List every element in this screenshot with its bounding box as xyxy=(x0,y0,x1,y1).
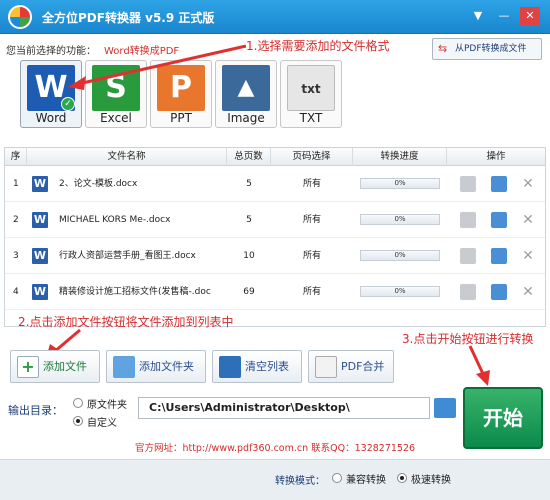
row-filename: 行政人资部运营手册_看图王.docx xyxy=(59,251,196,261)
progress-bar: 0% xyxy=(360,286,440,297)
mode-label: 转换模式： xyxy=(275,476,325,487)
format-excel-label: Excel xyxy=(100,111,132,125)
close-button[interactable]: ✕ xyxy=(520,7,540,25)
row-page-select[interactable]: 所有 xyxy=(271,274,353,310)
compat-mode-label: 兼容转换 xyxy=(346,475,386,486)
compat-mode-radio[interactable] xyxy=(332,473,342,483)
pdf-merge-button[interactable]: PDF合并 xyxy=(308,350,394,383)
add-folder-icon xyxy=(113,356,135,378)
delete-icon[interactable]: ✕ xyxy=(520,284,536,300)
app-logo-icon xyxy=(8,5,32,29)
row-index: 2 xyxy=(13,215,19,225)
row-page-select[interactable]: 所有 xyxy=(271,202,353,238)
title-bar: 全方位PDF转换器 v5.9 正式版 ▼ — ✕ xyxy=(0,0,550,34)
original-folder-radio[interactable] xyxy=(73,398,83,408)
pdf-merge-label: PDF合并 xyxy=(341,360,385,373)
folder-icon[interactable] xyxy=(491,248,507,264)
header-actions: 操作 xyxy=(486,151,506,162)
from-pdf-button[interactable]: ⇆ 从PDF转换成文件 xyxy=(432,38,542,60)
word-file-icon: W xyxy=(32,212,48,228)
row-index: 1 xyxy=(13,179,19,189)
header-progress: 转换进度 xyxy=(353,148,447,166)
format-txt-label: TXT xyxy=(299,111,323,125)
printer-icon[interactable] xyxy=(460,212,476,228)
format-txt-button[interactable]: txt TXT xyxy=(280,60,342,128)
format-image-label: Image xyxy=(227,111,265,125)
row-pages: 69 xyxy=(243,287,255,297)
app-title: 全方位PDF转换器 v5.9 正式版 xyxy=(42,11,215,25)
site-info: 官方网址：http://www.pdf360.com.cn 联系QQ：13282… xyxy=(134,443,416,454)
custom-folder-label: 自定义 xyxy=(87,418,117,429)
row-filename: MICHAEL KORS Me-.docx xyxy=(59,215,171,225)
trash-icon xyxy=(219,356,241,378)
fast-mode-label: 极速转换 xyxy=(411,475,451,486)
header-filename: 文件名称 xyxy=(27,148,227,166)
row-pages: 5 xyxy=(246,215,252,225)
clear-list-label: 清空列表 xyxy=(245,360,289,373)
word-file-icon: W xyxy=(32,284,48,300)
step1-annotation: 1.选择需要添加的文件格式 xyxy=(246,39,390,53)
add-folder-button[interactable]: 添加文件夹 xyxy=(106,350,206,383)
progress-bar: 0% xyxy=(360,250,440,261)
file-table: 序 文件名称 总页数 页码选择 转换进度 操作 1 W 2、论文-模板.docx… xyxy=(4,147,546,327)
output-label: 输出目录： xyxy=(8,404,63,417)
format-ppt-label: PPT xyxy=(170,111,192,125)
header-pages: 总页数 xyxy=(227,148,271,166)
row-page-select[interactable]: 所有 xyxy=(271,166,353,202)
progress-bar: 0% xyxy=(360,214,440,225)
original-folder-label: 原文件夹 xyxy=(87,400,127,411)
custom-folder-radio[interactable] xyxy=(73,416,83,426)
row-pages: 10 xyxy=(243,251,255,261)
fast-mode-radio[interactable] xyxy=(397,473,407,483)
folder-icon[interactable] xyxy=(491,212,507,228)
row-pages: 5 xyxy=(246,179,252,189)
table-row[interactable]: 3 W 行政人资部运营手册_看图王.docx 10 所有 0% ✕ xyxy=(5,238,545,274)
txt-icon: txt xyxy=(287,65,335,111)
progress-bar: 0% xyxy=(360,178,440,189)
table-row[interactable]: 4 W 精装修设计施工招标文件(发售稿-.doc 69 所有 0% ✕ xyxy=(5,274,545,310)
table-header: 序 文件名称 总页数 页码选择 转换进度 操作 xyxy=(5,148,545,166)
swap-arrows-icon: ⇆ xyxy=(438,42,448,55)
header-page-select: 页码选择 xyxy=(271,148,353,166)
step1-arrow xyxy=(68,44,247,90)
printer-icon[interactable] xyxy=(460,248,476,264)
row-index: 3 xyxy=(13,251,19,261)
delete-icon[interactable]: ✕ xyxy=(520,176,536,192)
add-folder-label: 添加文件夹 xyxy=(139,360,194,373)
add-file-icon: + xyxy=(17,356,39,378)
format-word-label: Word xyxy=(35,111,67,125)
table-row[interactable]: 1 W 2、论文-模板.docx 5 所有 0% ✕ xyxy=(5,166,545,202)
add-file-label: 添加文件 xyxy=(43,360,87,373)
footer: 转换模式： 兼容转换 极速转换 xyxy=(0,459,550,500)
header-index: 序 xyxy=(5,148,27,166)
folder-icon[interactable] xyxy=(491,176,507,192)
browse-folder-icon[interactable] xyxy=(434,398,456,418)
from-pdf-label: 从PDF转换成文件 xyxy=(455,44,527,54)
row-filename: 精装修设计施工招标文件(发售稿-.doc xyxy=(59,287,211,297)
clear-list-button[interactable]: 清空列表 xyxy=(212,350,302,383)
row-page-select[interactable]: 所有 xyxy=(271,238,353,274)
row-filename: 2、论文-模板.docx xyxy=(59,179,138,189)
row-index: 4 xyxy=(13,287,19,297)
delete-icon[interactable]: ✕ xyxy=(520,212,536,228)
folder-icon[interactable] xyxy=(491,284,507,300)
word-file-icon: W xyxy=(32,176,48,192)
table-row[interactable]: 2 W MICHAEL KORS Me-.docx 5 所有 0% ✕ xyxy=(5,202,545,238)
merge-document-icon xyxy=(315,356,337,378)
printer-icon[interactable] xyxy=(460,284,476,300)
menu-button[interactable]: ▼ xyxy=(468,7,488,25)
word-file-icon: W xyxy=(32,248,48,264)
delete-icon[interactable]: ✕ xyxy=(520,248,536,264)
add-file-button[interactable]: + 添加文件 xyxy=(10,350,100,383)
printer-icon[interactable] xyxy=(460,176,476,192)
step3-arrow xyxy=(468,345,490,386)
minimize-button[interactable]: — xyxy=(494,7,514,25)
output-path-input[interactable]: C:\Users\Administrator\Desktop\ xyxy=(138,397,430,419)
